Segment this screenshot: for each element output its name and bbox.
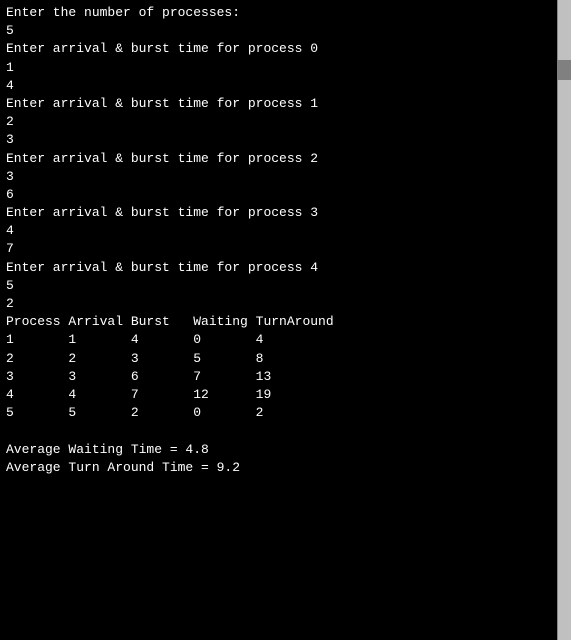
scrollbar-thumb[interactable]: [557, 60, 571, 80]
scrollbar[interactable]: [557, 0, 571, 640]
input-arrival-0: 1: [6, 59, 549, 77]
input-burst-3: 7: [6, 240, 549, 258]
table-row-1: 1 1 4 0 4: [6, 331, 549, 349]
avg-waiting-time: Average Waiting Time = 4.8: [6, 441, 549, 459]
table-header: Process Arrival Burst Waiting TurnAround: [6, 313, 549, 331]
prompt-process-3: Enter arrival & burst time for process 3: [6, 204, 549, 222]
input-arrival-3: 4: [6, 222, 549, 240]
table-row-2: 2 2 3 5 8: [6, 350, 549, 368]
input-burst-2: 6: [6, 186, 549, 204]
prompt-process-4: Enter arrival & burst time for process 4: [6, 259, 549, 277]
input-burst-1: 3: [6, 131, 549, 149]
input-burst-0: 4: [6, 77, 549, 95]
prompt-num-processes: Enter the number of processes:: [6, 4, 549, 22]
input-arrival-1: 2: [6, 113, 549, 131]
table-row-4: 4 4 7 12 19: [6, 386, 549, 404]
terminal-content: Enter the number of processes: 5 Enter a…: [6, 4, 549, 477]
prompt-process-2: Enter arrival & burst time for process 2: [6, 150, 549, 168]
prompt-process-1: Enter arrival & burst time for process 1: [6, 95, 549, 113]
table-row-3: 3 3 6 7 13: [6, 368, 549, 386]
terminal-window: Enter the number of processes: 5 Enter a…: [0, 0, 571, 640]
prompt-process-0: Enter arrival & burst time for process 0: [6, 40, 549, 58]
input-arrival-2: 3: [6, 168, 549, 186]
table-row-5: 5 5 2 0 2: [6, 404, 549, 422]
input-burst-4: 2: [6, 295, 549, 313]
blank-line: [6, 422, 549, 440]
input-num-processes: 5: [6, 22, 549, 40]
input-arrival-4: 5: [6, 277, 549, 295]
avg-turnaround-time: Average Turn Around Time = 9.2: [6, 459, 549, 477]
